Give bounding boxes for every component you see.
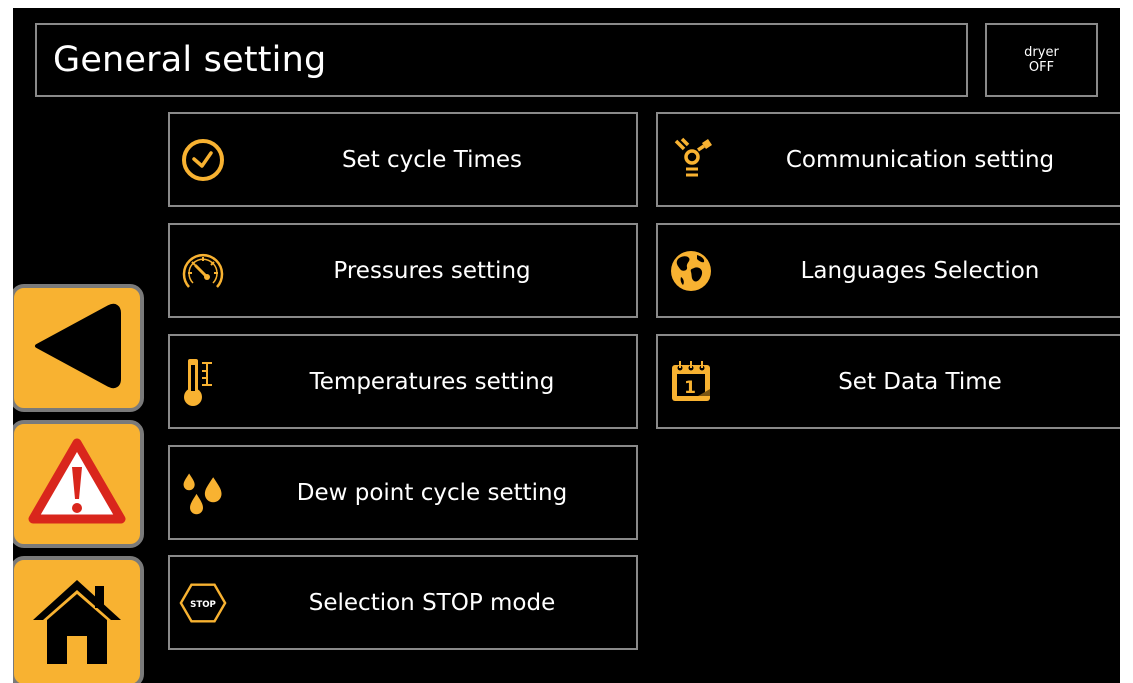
dew-point-cycle-setting-button[interactable]: Dew point cycle setting <box>168 445 638 540</box>
alarm-button[interactable] <box>13 420 144 548</box>
calendar-day-text: 1 <box>684 378 696 398</box>
menu-label: Languages Selection <box>800 257 1040 284</box>
menu-label: Temperatures setting <box>309 368 555 395</box>
warning-icon <box>27 437 127 531</box>
stop-icon: STOP <box>178 578 228 628</box>
back-button[interactable] <box>13 284 144 412</box>
droplets-icon <box>178 468 228 518</box>
gauge-icon <box>178 246 228 296</box>
thermometer-icon <box>178 357 228 407</box>
globe-icon <box>666 246 716 296</box>
set-data-time-button[interactable]: 1 Set Data Time <box>656 334 1120 429</box>
home-button[interactable] <box>13 556 144 683</box>
dryer-status[interactable]: dryer OFF <box>985 23 1098 97</box>
menu-label: Selection STOP mode <box>308 589 556 616</box>
menu-label: Dew point cycle setting <box>296 479 568 506</box>
menu-label: Pressures setting <box>333 257 531 284</box>
back-arrow-icon <box>29 301 125 395</box>
menu-label: Set Data Time <box>838 368 1002 395</box>
set-cycle-times-button[interactable]: Set cycle Times <box>168 112 638 207</box>
menu-label: Set cycle Times <box>341 146 523 173</box>
selection-stop-mode-button[interactable]: STOP Selection STOP mode <box>168 555 638 650</box>
stop-icon-text: STOP <box>190 599 216 609</box>
home-icon <box>29 574 125 670</box>
temperatures-setting-button[interactable]: Temperatures setting <box>168 334 638 429</box>
page-title: General setting <box>53 40 327 80</box>
menu-label: Communication setting <box>785 146 1055 173</box>
screen: General setting dryer OFF Set cycle Time… <box>13 8 1120 683</box>
communication-setting-button[interactable]: Communication setting <box>656 112 1120 207</box>
status-label: dryer <box>1024 45 1059 60</box>
firewire-icon <box>666 135 716 185</box>
pressures-setting-button[interactable]: Pressures setting <box>168 223 638 318</box>
clock-icon <box>178 135 228 185</box>
calendar-icon: 1 <box>666 357 716 407</box>
languages-selection-button[interactable]: Languages Selection <box>656 223 1120 318</box>
status-value: OFF <box>1028 60 1055 75</box>
title-bar: General setting <box>35 23 968 97</box>
